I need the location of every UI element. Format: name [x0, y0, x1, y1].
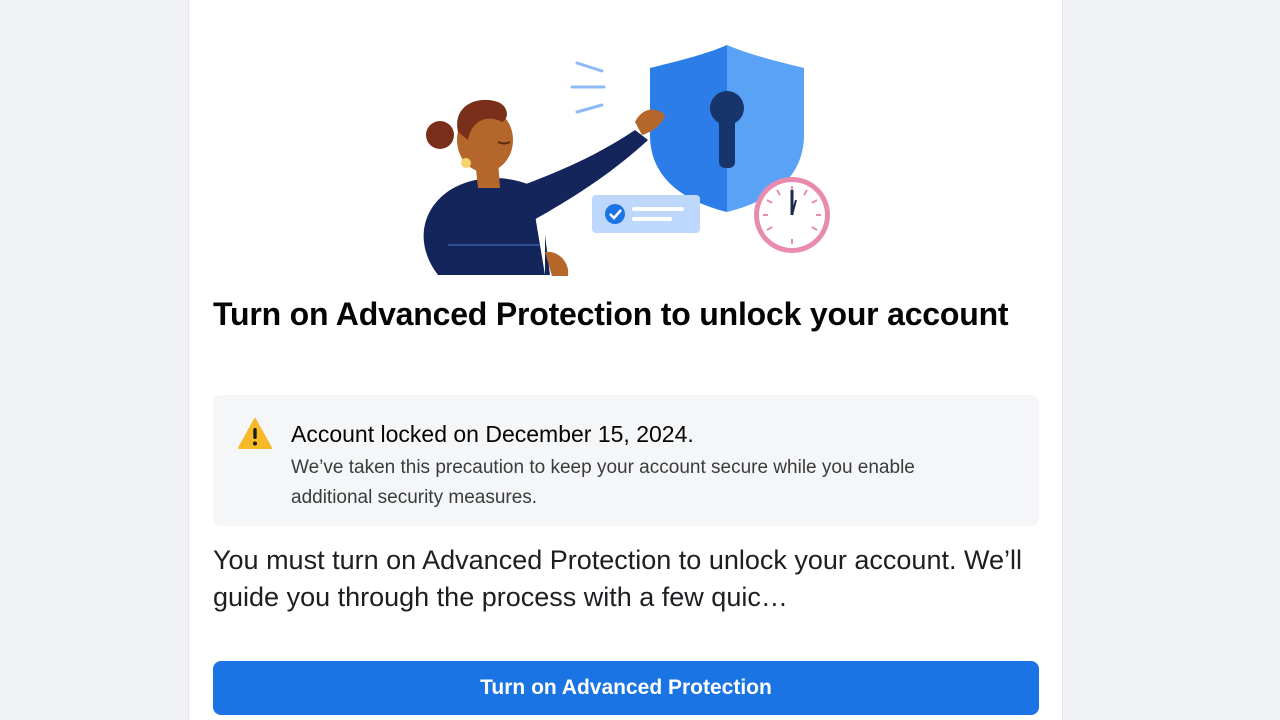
description-text: You must turn on Advanced Protection to …	[213, 545, 1022, 612]
page-title: Turn on Advanced Protection to unlock yo…	[213, 296, 1009, 332]
clock-icon	[754, 177, 830, 253]
security-illustration	[423, 45, 830, 276]
warning-triangle-icon	[238, 418, 272, 449]
notice-body: We’ve taken this precaution to keep your…	[291, 457, 915, 508]
account-locked-notice: Account locked on December 15, 2024. We’…	[213, 395, 1039, 526]
turn-on-advanced-protection-button[interactable]: Turn on Advanced Protection	[213, 661, 1039, 715]
person-illustration	[423, 99, 665, 276]
notice-heading: Account locked on December 15, 2024.	[291, 421, 694, 447]
verified-badge-icon	[592, 195, 700, 233]
motion-lines	[570, 61, 606, 114]
